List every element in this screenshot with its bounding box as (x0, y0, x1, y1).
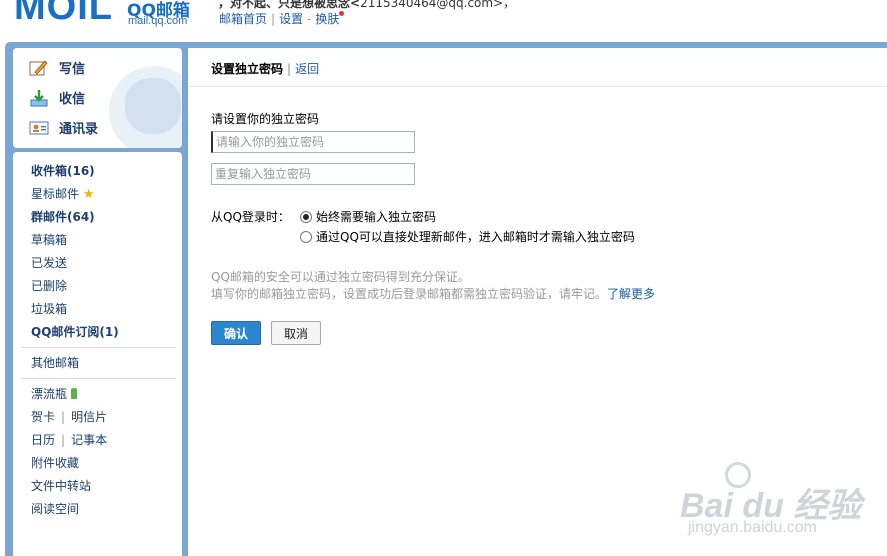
cards-row: 贺卡 | 明信片 (31, 408, 107, 425)
radio-unselected-icon[interactable] (300, 230, 312, 243)
confirm-button[interactable]: 确认 (211, 321, 261, 345)
settings-link[interactable]: 设置 (279, 12, 303, 26)
separator: | (61, 433, 66, 447)
inbox-download-icon (29, 89, 49, 107)
attachments-link[interactable]: 附件收藏 (31, 454, 79, 471)
folder-spam[interactable]: 垃圾箱 (31, 300, 67, 317)
back-link[interactable]: 返回 (295, 62, 319, 76)
security-tip-line1: QQ邮箱的安全可以通过独立密码得到充分保证。 (211, 270, 470, 284)
option-qq-direct[interactable]: 通过QQ可以直接处理新邮件，进入邮箱时才需输入独立密码 (300, 228, 635, 245)
password-prompt: 请设置你的独立密码 (211, 112, 320, 126)
qq-mail-logo[interactable]: MOIL (14, 0, 113, 29)
file-transfer-link[interactable]: 文件中转站 (31, 477, 91, 494)
separator: | (287, 62, 292, 76)
separator: | (271, 12, 276, 26)
logo-domain: mail.qq.com (128, 15, 188, 27)
reading-space-link[interactable]: 阅读空间 (31, 500, 79, 517)
folder-inbox[interactable]: 收件箱(16) (31, 162, 95, 179)
qq-penguin-face-icon (125, 78, 181, 134)
folder-drafts[interactable]: 草稿箱 (31, 231, 67, 248)
password-input[interactable] (211, 131, 415, 153)
greeting-email: 2115340464@qq.com (360, 0, 494, 10)
confirm-password-input[interactable] (211, 163, 415, 185)
separator: | (61, 410, 66, 424)
top-links: 邮箱首页 | 设置 - 换肤 (219, 10, 345, 27)
mailbox-home-link[interactable]: 邮箱首页 (219, 12, 267, 26)
contacts-label: 通讯录 (59, 122, 99, 137)
page-title-row: 设置独立密码 | 返回 (211, 60, 319, 77)
separator: - (307, 12, 312, 26)
folder-starred[interactable]: 星标邮件 ★ (31, 185, 95, 202)
sidebar-actions-panel: 写信 收信 通讯录 (13, 48, 182, 148)
watermark-url: jingyan.baidu.com (688, 519, 817, 536)
option-always-password[interactable]: 始终需要输入独立密码 (300, 208, 436, 225)
notebook-link[interactable]: 记事本 (71, 433, 107, 447)
login-option-label: 从QQ登录时： (211, 210, 290, 224)
bottle-icon (71, 388, 78, 399)
contacts-button[interactable]: 通讯录 (29, 118, 98, 137)
logo-mark: MOIL (14, 0, 113, 28)
greeting-name: ，对不起、只是想被思念< (218, 0, 361, 10)
security-tip-text: 填写你的邮箱独立密码，设置成功后登录邮箱都需独立密码验证，请牢记。 (211, 287, 608, 301)
title-divider (188, 86, 887, 87)
folder-sent[interactable]: 已发送 (31, 254, 67, 271)
sidebar-divider (21, 378, 176, 379)
compose-icon (29, 59, 49, 77)
greeting-suffix: >， (493, 0, 516, 10)
learn-more-link[interactable]: 了解更多 (607, 287, 655, 301)
folder-group-mail[interactable]: 群邮件(64) (31, 208, 95, 225)
folder-subscriptions[interactable]: QQ邮件订阅(1) (31, 323, 119, 340)
sidebar-divider (21, 347, 176, 348)
postcard-link[interactable]: 明信片 (71, 410, 107, 424)
star-icon: ★ (82, 187, 95, 202)
contacts-card-icon (29, 119, 49, 137)
sidebar-folder-list: 收件箱(16) 星标邮件 ★ 群邮件(64) 草稿箱 已发送 已删除 垃圾箱 Q… (13, 152, 182, 556)
cancel-button[interactable]: 取消 (271, 321, 321, 345)
other-mailbox-link[interactable]: 其他邮箱 (31, 354, 79, 371)
folder-deleted[interactable]: 已删除 (31, 277, 67, 294)
compose-button[interactable]: 写信 (29, 58, 85, 77)
security-tip-line2: 填写你的邮箱独立密码，设置成功后登录邮箱都需独立密码验证，请牢记。了解更多 (211, 285, 655, 302)
change-skin-link[interactable]: 换肤 (315, 12, 339, 26)
greeting-card-link[interactable]: 贺卡 (31, 410, 55, 424)
compose-label: 写信 (59, 62, 86, 77)
radio-selected-icon[interactable] (300, 210, 312, 223)
calendar-link[interactable]: 日历 (31, 433, 55, 447)
folder-starred-label: 星标邮件 (31, 187, 80, 201)
option-always-password-label: 始终需要输入独立密码 (316, 210, 437, 224)
calendar-row: 日历 | 记事本 (31, 431, 107, 448)
receive-label: 收信 (59, 92, 86, 107)
receive-button[interactable]: 收信 (29, 88, 85, 107)
drift-bottle-label: 漂流瓶 (31, 387, 68, 401)
option-qq-direct-label: 通过QQ可以直接处理新邮件，进入邮箱时才需输入独立密码 (316, 230, 635, 244)
page-title: 设置独立密码 (211, 62, 284, 76)
notification-dot-icon (339, 11, 345, 16)
drift-bottle-link[interactable]: 漂流瓶 (31, 385, 78, 402)
top-header: MOIL QQ邮箱 mail.qq.com ，对不起、只是想被思念<211534… (0, 0, 887, 44)
